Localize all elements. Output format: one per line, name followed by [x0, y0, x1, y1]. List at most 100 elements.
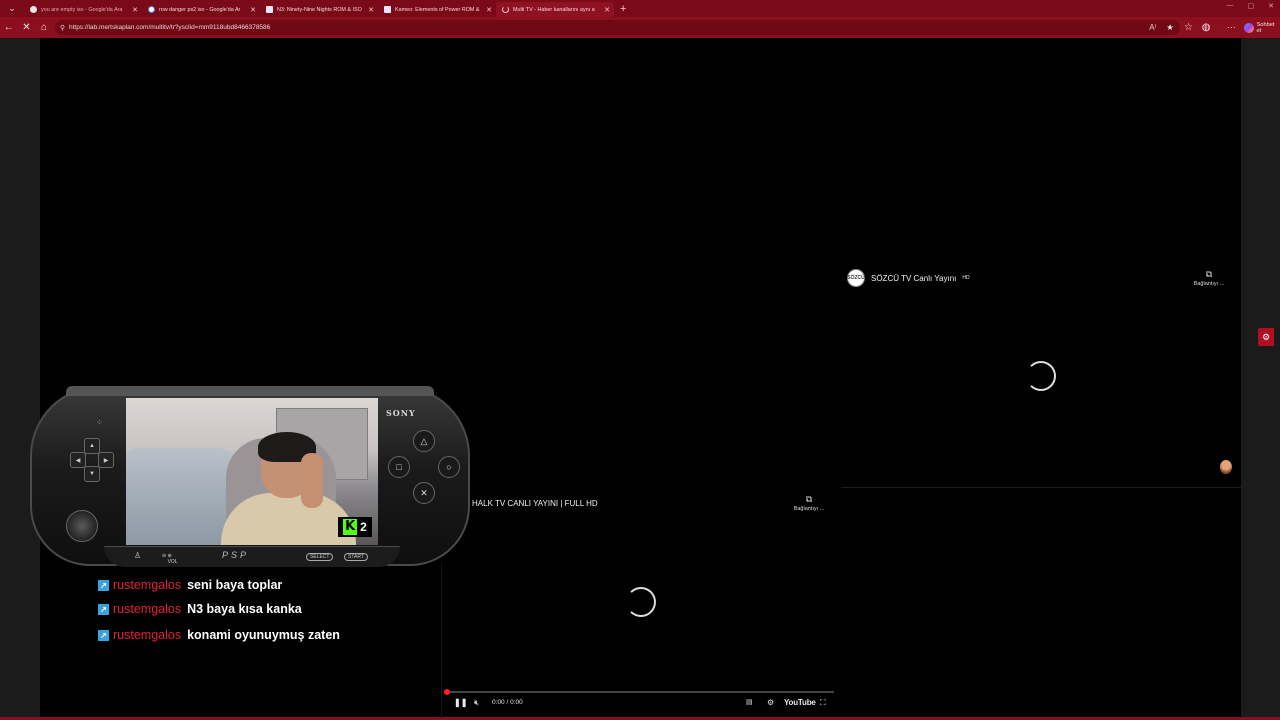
- tab-you-are-empty[interactable]: you are empty iso - Google'da Ara ✕: [24, 2, 142, 17]
- minimize-icon[interactable]: —: [1227, 2, 1234, 10]
- dpad-left-icon: ◀: [70, 452, 86, 468]
- sozcu-title-bar: SÖZCÜ SÖZCÜ TV Canlı Yayını HD: [847, 269, 970, 287]
- youtube-logo[interactable]: YouTube: [784, 698, 816, 707]
- site-icon: [266, 6, 273, 13]
- address-toolbar: ← ✕ ⌂ ⚲ https://lab.mertskaplan.com/mult…: [0, 17, 1280, 38]
- chat-username: rustemgalos: [113, 578, 182, 592]
- start-label: START: [344, 553, 368, 561]
- mute-icon[interactable]: 🔇︎: [474, 698, 479, 708]
- close-tab-icon[interactable]: ✕: [486, 6, 492, 14]
- player-divider: [841, 487, 1241, 488]
- home-icon[interactable]: ⌂: [35, 22, 53, 33]
- psp-top-edge: [66, 386, 434, 396]
- volume-label: ⊖ VOL ⊕: [162, 553, 178, 565]
- kick-logo-icon: K: [343, 519, 358, 535]
- settings-gear-icon[interactable]: ⚙: [1258, 328, 1274, 346]
- halk-title-bar: HALK TV CANLI YAYINI | FULL HD: [472, 499, 598, 508]
- favorite-star-icon[interactable]: ★: [1167, 23, 1174, 32]
- tab-rogue-danger[interactable]: row danger ps2 iso - Google'da Ar ✕: [142, 2, 260, 17]
- close-tab-icon[interactable]: ✕: [132, 6, 138, 14]
- close-window-icon[interactable]: ✕: [1268, 2, 1274, 10]
- sozcu-loading-spinner: [1026, 361, 1056, 391]
- close-tab-icon[interactable]: ✕: [604, 6, 610, 14]
- halk-loading-spinner: [626, 587, 656, 617]
- tab-n3-rom[interactable]: N3: Ninety-Nine Nights ROM & ISO ✕: [260, 2, 378, 17]
- copy-icon: ⧉: [1205, 269, 1213, 279]
- loading-icon: [502, 6, 509, 13]
- url-text: https://lab.mertskaplan.com/multitv/tr?y…: [68, 24, 271, 31]
- left-gutter: [0, 38, 40, 717]
- home-dots-icon: ⁘: [96, 418, 103, 427]
- tab-title: row danger ps2 iso - Google'da Ar: [159, 6, 241, 13]
- copy-icon: ⧉: [805, 494, 813, 504]
- viewer-avatar: [1220, 460, 1232, 474]
- webcam-feed: K 2: [126, 398, 378, 545]
- maximize-icon[interactable]: ▢: [1248, 2, 1255, 10]
- chat-text: konami oyunuymuş zaten: [187, 628, 340, 642]
- chat-message: ↗ rustemgalos N3 baya kısa kanka: [98, 601, 302, 617]
- cross-button-icon: ✕: [413, 482, 435, 504]
- chat-username: rustemgalos: [113, 602, 182, 616]
- streamer-arm: [301, 453, 323, 508]
- chat-text: seni baya toplar: [187, 578, 283, 592]
- read-aloud-icon[interactable]: A⁾: [1149, 23, 1156, 32]
- triangle-button-icon: △: [413, 430, 435, 452]
- profile-icon[interactable]: ◍: [1197, 22, 1215, 33]
- window-controls: — ▢ ✕: [1227, 2, 1275, 10]
- dpad-up-icon: ▲: [84, 438, 100, 454]
- right-gutter: [1241, 38, 1280, 717]
- square-button-icon: □: [388, 456, 410, 478]
- new-tab-button[interactable]: +: [620, 3, 626, 15]
- hd-badge: HD: [962, 275, 970, 281]
- close-tab-icon[interactable]: ✕: [368, 6, 374, 14]
- player-divider: [441, 563, 442, 718]
- tab-kameo-rom[interactable]: Kameo: Elements of Power ROM & ✕: [378, 2, 496, 17]
- tab-bar: ⌄ you are empty iso - Google'da Ara ✕ ro…: [0, 0, 1280, 17]
- video-progress-bar[interactable]: [446, 691, 834, 693]
- tab-actions-icon[interactable]: ⌄: [0, 0, 24, 17]
- copy-link-label: Bağlantıyı ...: [1193, 281, 1225, 287]
- page: [0, 38, 1280, 720]
- select-label: SELECT: [306, 553, 334, 561]
- more-menu-icon[interactable]: ⋯: [1227, 22, 1236, 33]
- psp-logo: PSP: [222, 550, 250, 560]
- copilot-button[interactable]: Sohbet et: [1243, 22, 1280, 34]
- sozcu-video-title[interactable]: SÖZCÜ TV Canlı Yayını: [871, 274, 956, 283]
- copy-link-label: Bağlantıyı ...: [793, 506, 825, 512]
- kick-count: 2: [360, 520, 367, 534]
- globe-icon: [30, 6, 37, 13]
- chat-text: N3 baya kısa kanka: [187, 602, 302, 616]
- chat-username: rustemgalos: [113, 628, 182, 642]
- back-icon[interactable]: ←: [0, 22, 18, 33]
- chat-badge-icon: ↗: [98, 579, 109, 591]
- tab-multi-tv[interactable]: Multi TV - Haber kanallarını aynı a ✕: [496, 2, 614, 17]
- chat-message: ↗ rustemgalos seni baya toplar: [98, 577, 282, 593]
- halk-copy-link-button[interactable]: ⧉ Bağlantıyı ...: [787, 494, 831, 512]
- analog-stick: [66, 510, 98, 542]
- site-info-icon[interactable]: ⚲: [60, 24, 65, 32]
- sozcu-copy-link-button[interactable]: ⧉ Bağlantıyı ...: [1187, 269, 1231, 287]
- pause-icon[interactable]: ❚❚: [454, 698, 467, 707]
- psp-webcam-overlay: K 2 SONY ▲ ▼ ◀ ▶ ⁘ △ □ ○ ✕ ♙ ⊖ VOL ⊕ PSP…: [30, 386, 470, 574]
- favorites-icon[interactable]: ☆: [1180, 22, 1198, 33]
- close-tab-icon[interactable]: ✕: [250, 6, 256, 14]
- video-time: 0:00 / 0:00: [492, 699, 523, 706]
- sozcu-channel-logo[interactable]: SÖZCÜ: [847, 269, 865, 287]
- psp-dpad: ▲ ▼ ◀ ▶: [70, 438, 114, 482]
- chat-badge-icon: ↗: [98, 603, 109, 615]
- url-field[interactable]: ⚲ https://lab.mertskaplan.com/multitv/tr…: [54, 20, 1180, 35]
- halk-video-title[interactable]: HALK TV CANLI YAYINI | FULL HD: [472, 499, 598, 508]
- video-settings-icon[interactable]: ⚙: [767, 698, 774, 707]
- progress-scrubber[interactable]: [444, 689, 450, 695]
- tab-title: Kameo: Elements of Power ROM &: [395, 6, 480, 13]
- chat-message: ↗ rustemgalos konami oyunuymuş zaten: [98, 627, 340, 643]
- site-icon: [384, 6, 391, 13]
- psp-bottom-bar: ♙ ⊖ VOL ⊕ PSP SELECT START: [104, 546, 400, 567]
- stop-loading-icon[interactable]: ✕: [18, 22, 36, 33]
- fullscreen-icon[interactable]: ⛶: [820, 698, 826, 708]
- subtitles-icon[interactable]: ▤: [746, 698, 753, 706]
- youtube-controls: ❚❚ 🔇︎ 0:00 / 0:00 ▤ ⚙ YouTube ⛶: [448, 696, 836, 710]
- circle-button-icon: ○: [438, 456, 460, 478]
- tab-title: Multi TV - Haber kanallarını aynı a: [513, 6, 595, 13]
- vol-text: VOL: [167, 559, 178, 565]
